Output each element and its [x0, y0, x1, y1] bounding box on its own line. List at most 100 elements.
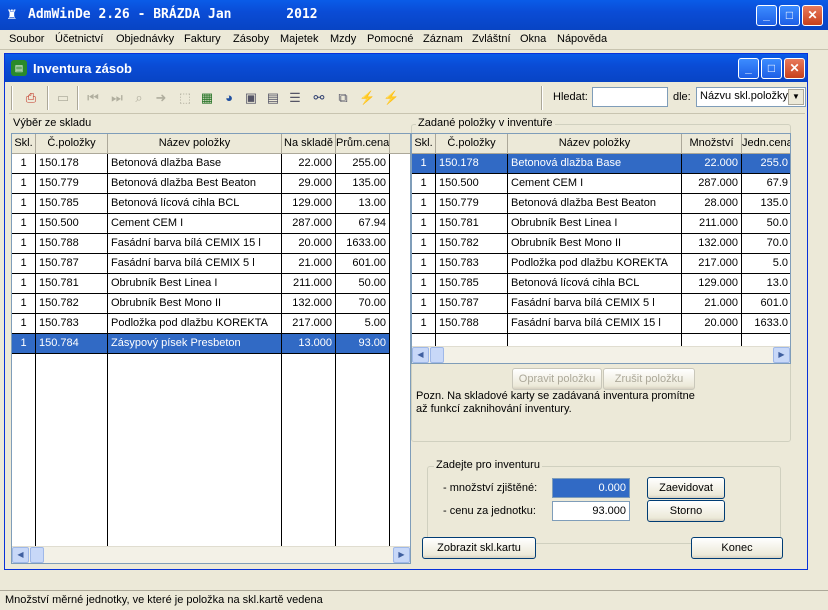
- menu-item-1[interactable]: Účetnictví: [55, 33, 103, 45]
- right-table-row[interactable]: 1 150.781 Obrubník Best Linea I 211.000 50.0: [412, 214, 790, 234]
- right-table-row[interactable]: 1 150.500 Cement CEM I 287.000 67.9: [412, 174, 790, 194]
- left-table-row[interactable]: 1 150.783 Podložka pod dlažbu KOREKTA 217.0…: [12, 314, 390, 334]
- right-table-row[interactable]: 1 150.785 Betonová lícová cihla BCL 129.000…: [412, 274, 790, 294]
- left-table-row[interactable]: 1 150.785 Betonová lícová cihla BCL 129.000…: [12, 194, 390, 214]
- filter-icon[interactable]: ⚡: [359, 90, 375, 106]
- left-cell: 1633.00: [336, 234, 390, 254]
- right-col-header[interactable]: Název položky: [508, 134, 682, 154]
- scroll-thumb[interactable]: [30, 547, 44, 563]
- search-input[interactable]: [592, 87, 668, 107]
- menu-item-9[interactable]: Zvláštní: [472, 33, 511, 45]
- left-table-row[interactable]: 1 150.788 Fasádní barva bílá CEMIX 15 l 20.…: [12, 234, 390, 254]
- menu-item-6[interactable]: Mzdy: [330, 33, 356, 45]
- right-table-row[interactable]: 1 150.788 Fasádní barva bílá CEMIX 15 l 20.…: [412, 314, 790, 334]
- scroll-left-icon[interactable]: ◀: [12, 547, 29, 563]
- right-cell: 1: [412, 294, 436, 314]
- right-cell: 1: [412, 194, 436, 214]
- end-button[interactable]: Konec: [691, 537, 783, 559]
- left-cell: 13.00: [336, 194, 390, 214]
- right-col-header[interactable]: Skl.: [412, 134, 436, 154]
- show-card-button[interactable]: Zobrazit skl.kartu: [422, 537, 536, 559]
- menu-item-8[interactable]: Záznam: [423, 33, 463, 45]
- scroll-thumb[interactable]: [430, 347, 444, 363]
- scroll-left-icon[interactable]: ◀: [412, 347, 429, 363]
- left-hscrollbar[interactable]: ◀ ▶: [12, 546, 410, 563]
- left-table-row[interactable]: 1 150.782 Obrubník Best Mono II 132.000 70.0…: [12, 294, 390, 314]
- right-table-row[interactable]: 1 150.783 Podložka pod dlažbu KOREKTA 217.0…: [412, 254, 790, 274]
- storno-button[interactable]: Storno: [647, 500, 725, 522]
- window-titlebar[interactable]: ▤ Inventura zásob _ □ ✕: [5, 54, 807, 82]
- right-hscrollbar[interactable]: ◀ ▶: [412, 346, 790, 363]
- list-icon[interactable]: ☰: [287, 90, 303, 106]
- right-table-row[interactable]: 1 150.779 Betonová dlažba Best Beaton 28.00…: [412, 194, 790, 214]
- scroll-right-icon[interactable]: ▶: [393, 547, 410, 563]
- left-table-row[interactable]: 1 150.779 Betonová dlažba Best Beaton 29.00…: [12, 174, 390, 194]
- left-table-row[interactable]: 1 150.500 Cement CEM I 287.000 67.94: [12, 214, 390, 234]
- close-button[interactable]: ✕: [802, 5, 823, 26]
- left-col-header[interactable]: Název položky: [108, 134, 282, 154]
- left-col-header[interactable]: Skl.: [12, 134, 36, 154]
- window-close-button[interactable]: ✕: [784, 58, 805, 79]
- menu-item-4[interactable]: Zásoby: [233, 33, 269, 45]
- excel-export-icon[interactable]: ▦: [199, 90, 215, 106]
- scroll-right-icon[interactable]: ▶: [773, 347, 790, 363]
- window-minimize-button[interactable]: _: [738, 58, 759, 79]
- left-col-header[interactable]: Č.položky: [36, 134, 108, 154]
- stock-grid[interactable]: Skl. Č.položky Název položky Na skladě Prům.…: [11, 133, 411, 564]
- price-input[interactable]: 93.000: [552, 501, 630, 521]
- left-grid-line: [35, 354, 36, 548]
- right-table-row[interactable]: 1 150.782 Obrubník Best Mono II 132.000 70.0: [412, 234, 790, 254]
- left-table-row[interactable]: 1 150.178 Betonová dlažba Base 22.000 255.00: [12, 154, 390, 174]
- menu-item-10[interactable]: Okna: [520, 33, 546, 45]
- cancel-item-button[interactable]: Zrušit položku: [603, 368, 695, 390]
- pie-chart-icon[interactable]: ◕: [221, 90, 237, 106]
- menu-bar: Soubor Účetnictví Objednávky Faktury Zásoby M…: [0, 30, 828, 50]
- right-table-row[interactable]: 1 150.178 Betonová dlažba Base 22.000 255.0: [412, 154, 790, 174]
- record-button[interactable]: Zaevidovat: [647, 477, 725, 499]
- menu-item-0[interactable]: Soubor: [9, 33, 44, 45]
- right-cell: Betonová lícová cihla BCL: [508, 274, 682, 294]
- left-cell: 150.787: [36, 254, 108, 274]
- minimize-button[interactable]: _: [756, 5, 777, 26]
- right-group-label: Zadané položky v inventuře: [416, 117, 555, 129]
- left-col-header[interactable]: Na skladě: [282, 134, 336, 154]
- left-table-row[interactable]: 1 150.787 Fasádní barva bílá CEMIX 5 l 21.0…: [12, 254, 390, 274]
- open-folder-icon[interactable]: ▭: [55, 90, 71, 106]
- left-cell: 50.00: [336, 274, 390, 294]
- search-icon[interactable]: ⌕: [131, 90, 147, 106]
- left-col-header[interactable]: Prům.cena: [336, 134, 390, 154]
- print-icon[interactable]: ⎙: [23, 90, 39, 106]
- edit-item-button[interactable]: Opravit položku: [512, 368, 602, 390]
- right-col-header[interactable]: Č.položky: [436, 134, 508, 154]
- document-icon[interactable]: ▣: [243, 90, 259, 106]
- table-icon[interactable]: ▤: [265, 90, 281, 106]
- maximize-button[interactable]: □: [779, 5, 800, 26]
- right-table-row[interactable]: 1 150.787 Fasádní barva bílá CEMIX 5 l 21.0…: [412, 294, 790, 314]
- left-table-row[interactable]: 1 150.784 Zásypový písek Presbeton 13.000 93…: [12, 334, 390, 354]
- copy-icon[interactable]: ⧉: [335, 90, 351, 106]
- left-cell: Obrubník Best Linea I: [108, 274, 282, 294]
- menu-item-7[interactable]: Pomocné: [367, 33, 413, 45]
- menu-item-3[interactable]: Faktury: [184, 33, 221, 45]
- app-titlebar[interactable]: ♜ AdmWinDe 2.26 - BRÁZDA Jan 2012 _ □ ✕: [0, 0, 828, 30]
- window-maximize-button[interactable]: □: [761, 58, 782, 79]
- right-cell: 5.0: [742, 254, 790, 274]
- left-cell: Podložka pod dlažbu KOREKTA: [108, 314, 282, 334]
- go-arrow-icon[interactable]: ➜: [153, 90, 169, 106]
- inventory-note: Pozn. Na skladové karty se zadávaná inve…: [416, 390, 695, 415]
- qty-input[interactable]: 0.000: [552, 478, 630, 498]
- right-col-header[interactable]: Jedn.cena: [742, 134, 790, 154]
- menu-item-11[interactable]: Nápověda: [557, 33, 607, 45]
- left-table-row[interactable]: 1 150.781 Obrubník Best Linea I 211.000 50.0…: [12, 274, 390, 294]
- binoculars-icon[interactable]: ⚯: [311, 90, 327, 106]
- inventory-grid[interactable]: Skl. Č.položky Název položky Množství Jedn.c…: [411, 133, 791, 364]
- right-col-header[interactable]: Množství: [682, 134, 742, 154]
- menu-item-5[interactable]: Majetek: [280, 33, 319, 45]
- filter-clear-icon[interactable]: ⚡: [383, 90, 399, 106]
- select-area-icon[interactable]: ⬚: [177, 90, 193, 106]
- search-by-select[interactable]: Názvu skl.položky ▼: [696, 87, 806, 107]
- first-record-icon[interactable]: ⏮: [85, 90, 101, 106]
- last-record-icon[interactable]: ⏭: [109, 90, 125, 106]
- menu-item-2[interactable]: Objednávky: [116, 33, 174, 45]
- left-cell: 67.94: [336, 214, 390, 234]
